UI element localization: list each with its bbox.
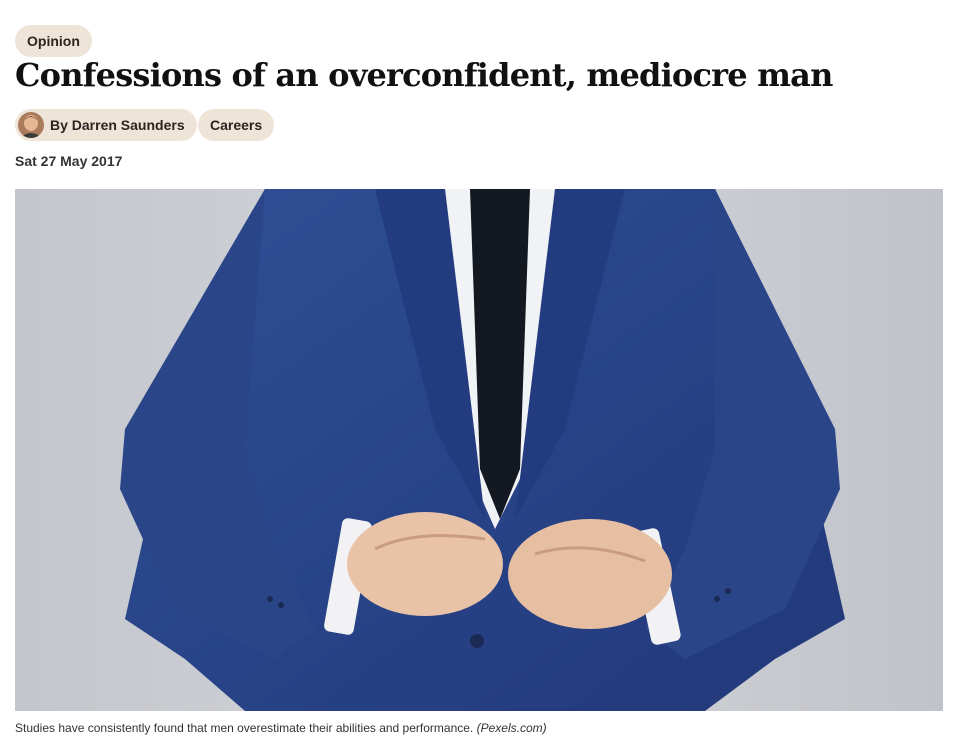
hero-image <box>15 189 943 711</box>
image-credit: (Pexels.com) <box>476 721 547 735</box>
author-byline[interactable]: By Darren Saunders <box>15 109 197 141</box>
opinion-tag-label: Opinion <box>27 33 80 49</box>
article-page: Opinion Confessions of an overconfident,… <box>0 0 970 740</box>
careers-tag[interactable]: Careers <box>198 109 275 141</box>
publish-date: Sat 27 May 2017 <box>15 153 123 169</box>
careers-tag-label: Careers <box>210 117 263 133</box>
author-avatar <box>18 112 44 138</box>
opinion-tag[interactable]: Opinion <box>15 25 92 57</box>
image-caption: Studies have consistently found that men… <box>15 721 547 735</box>
article-headline: Confessions of an overconfident, mediocr… <box>15 56 833 94</box>
caption-text: Studies have consistently found that men… <box>15 721 474 735</box>
author-name: By Darren Saunders <box>50 117 185 133</box>
